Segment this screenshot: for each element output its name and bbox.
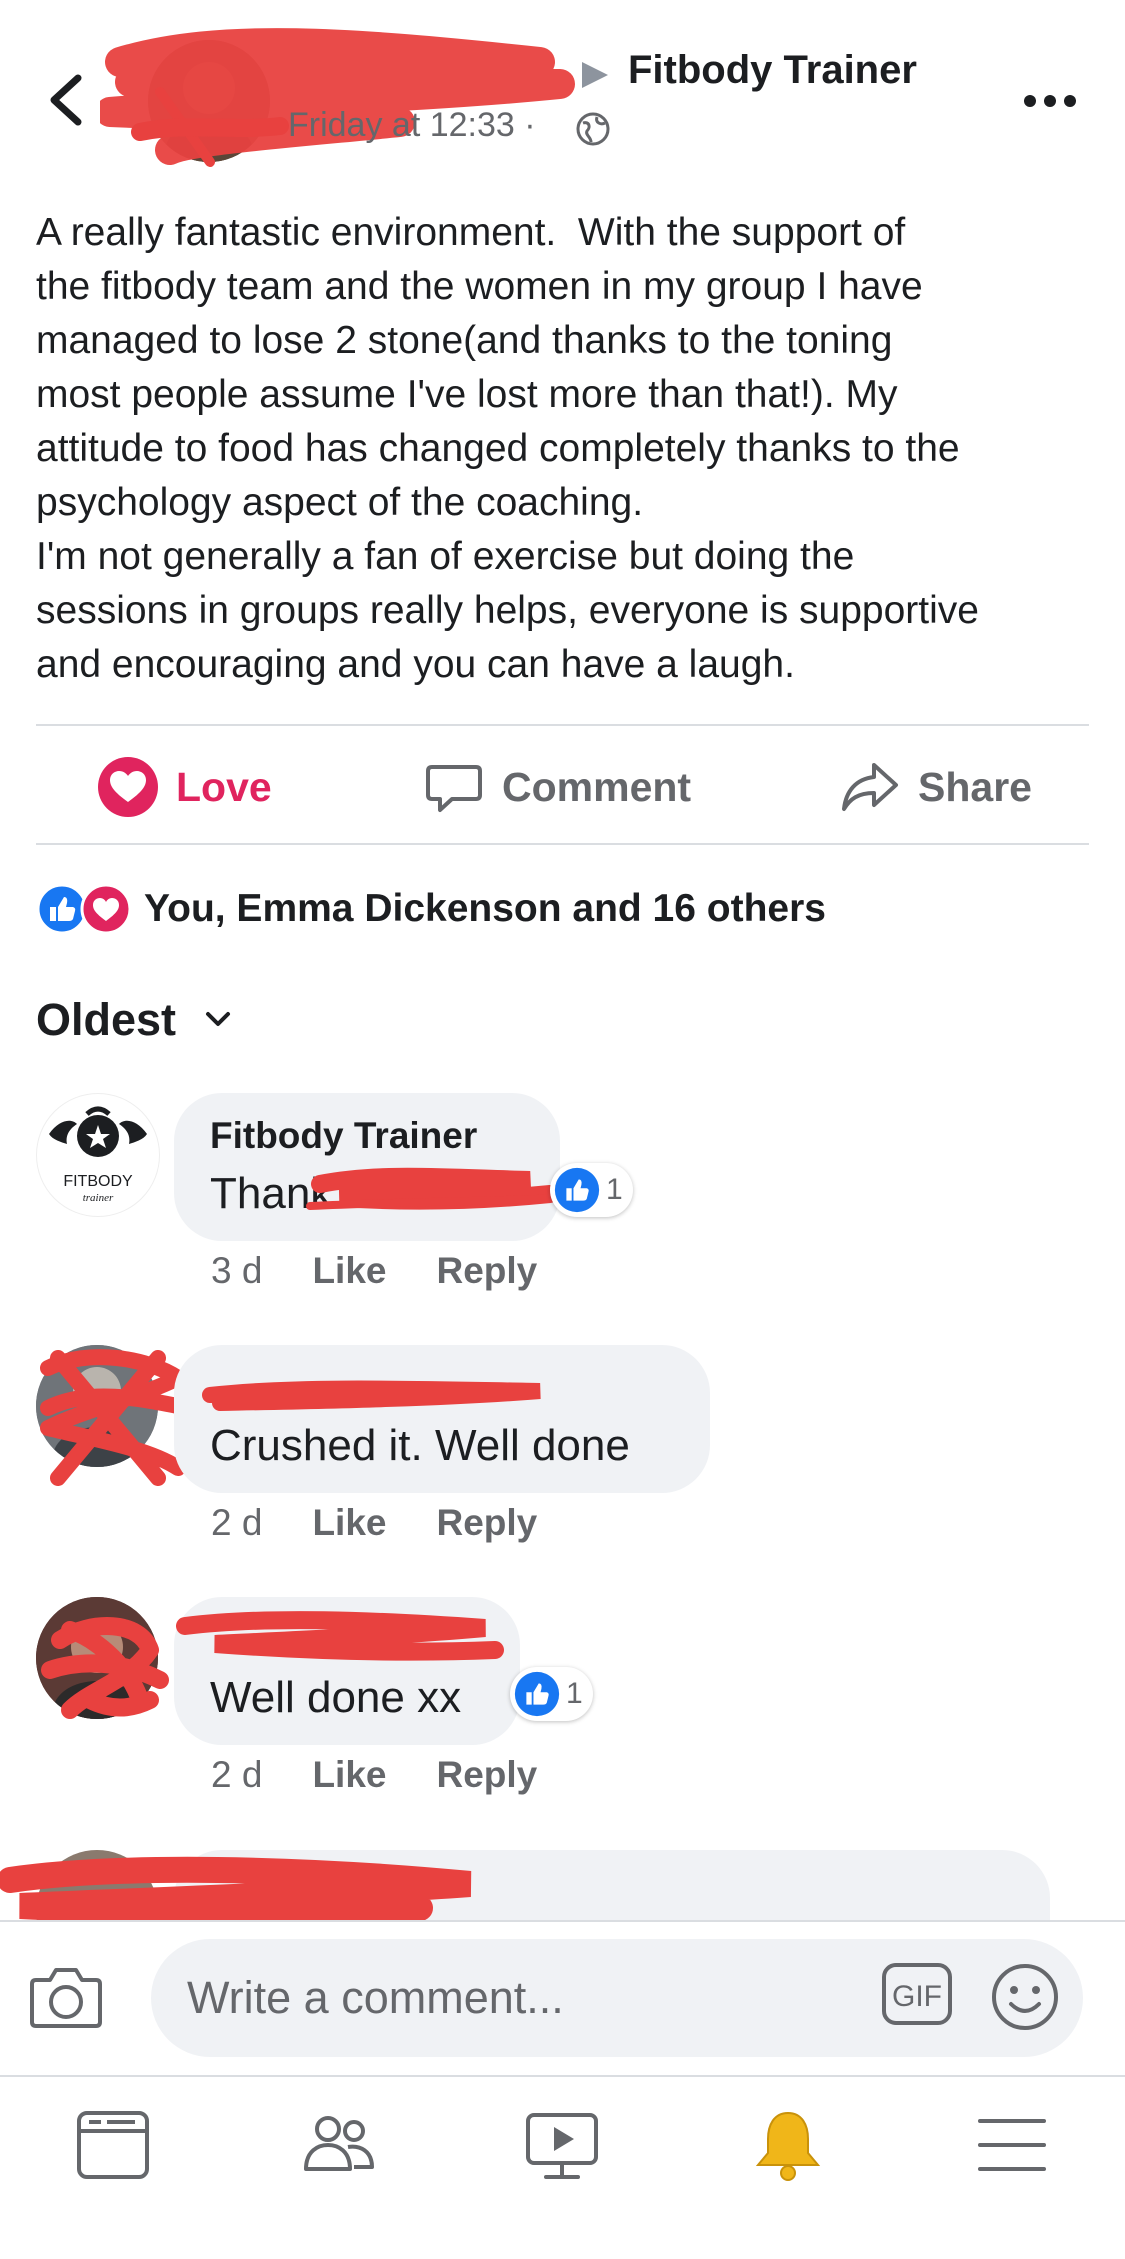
logo-text: FITBODY: [63, 1173, 133, 1190]
tab-notifications[interactable]: [748, 2105, 828, 2185]
heart-icon: [80, 883, 132, 935]
comment-sort-dropdown[interactable]: Oldest: [36, 994, 238, 1046]
commenter-avatar[interactable]: FITBODY trainer: [36, 1093, 160, 1217]
comment-meta: 2 d Like Reply: [211, 1754, 537, 1796]
camera-button[interactable]: [28, 1962, 104, 2032]
smiley-icon: [992, 1964, 1058, 2030]
hamburger-menu-icon: [978, 2119, 1046, 2171]
comment-bubble[interactable]: Well done xx: [174, 1597, 520, 1745]
heart-icon: [98, 757, 158, 817]
emoji-button[interactable]: [990, 1962, 1060, 2032]
more-dots-icon: [1024, 95, 1076, 107]
like-link[interactable]: Like: [312, 1502, 386, 1544]
reply-link[interactable]: Reply: [436, 1250, 537, 1292]
comment-meta: 2 d Like Reply: [211, 1502, 537, 1544]
reply-link[interactable]: Reply: [436, 1754, 537, 1796]
share-label: Share: [918, 763, 1032, 810]
sort-label: Oldest: [36, 994, 177, 1045]
reply-link[interactable]: Reply: [436, 1502, 537, 1544]
arrow-right-icon: [582, 62, 608, 88]
chevron-left-icon: [50, 74, 82, 126]
comment-icon: [426, 765, 482, 812]
chevron-down-icon: [206, 1012, 231, 1026]
comment-reaction-badge[interactable]: 1: [510, 1667, 593, 1721]
commenter-avatar[interactable]: [36, 1597, 158, 1719]
post-text: A really fantastic environment. With the…: [36, 211, 979, 686]
love-label: Love: [176, 763, 272, 810]
tab-watch[interactable]: [522, 2105, 602, 2185]
like-icon: [554, 1167, 600, 1213]
comment-meta: 3 d Like Reply: [211, 1250, 537, 1292]
gif-button[interactable]: GIF: [881, 1962, 953, 2026]
watch-icon: [526, 2113, 598, 2179]
comment-time: 3 d: [211, 1250, 263, 1291]
comment-time: 2 d: [211, 1754, 263, 1795]
comment-text: Crushed it. Well done: [210, 1421, 630, 1470]
share-icon: [842, 763, 898, 811]
comment-text: Thank: [210, 1169, 333, 1218]
gif-label: GIF: [892, 1980, 942, 2013]
globe-icon: [576, 112, 610, 146]
comment-bubble[interactable]: Crushed it. Well done: [174, 1345, 710, 1493]
divider: [36, 724, 1089, 726]
post-timestamp: Friday at 12:33 ·: [288, 106, 536, 144]
more-options-button[interactable]: [1020, 86, 1080, 116]
tab-friends[interactable]: [298, 2105, 378, 2185]
camera-icon: [30, 1968, 102, 2028]
comment-button[interactable]: Comment: [422, 752, 691, 822]
comment-label: Comment: [502, 763, 692, 810]
tab-menu[interactable]: [972, 2105, 1052, 2185]
news-feed-icon: [77, 2111, 149, 2179]
like-icon: [514, 1671, 560, 1717]
friends-icon: [304, 2116, 374, 2171]
tab-news-feed[interactable]: [73, 2105, 153, 2185]
like-link[interactable]: Like: [312, 1754, 386, 1796]
comment-time: 2 d: [211, 1502, 263, 1543]
love-button[interactable]: Love: [96, 752, 272, 822]
fitbody-logo: FITBODY trainer: [49, 1106, 147, 1204]
comment-reaction-badge[interactable]: 1: [550, 1163, 633, 1217]
logo-subtext: trainer: [83, 1192, 114, 1204]
page-name-link[interactable]: Fitbody Trainer: [628, 48, 917, 93]
back-button[interactable]: [40, 70, 100, 130]
comment-text: Well done xx: [210, 1673, 462, 1722]
poster-avatar[interactable]: [148, 40, 270, 162]
share-button[interactable]: Share: [838, 752, 1032, 822]
comment-bubble[interactable]: Fitbody Trainer Thank: [174, 1093, 560, 1241]
gif-icon: GIF: [882, 1963, 952, 2025]
reaction-count: 1: [566, 1677, 583, 1710]
commenter-avatar[interactable]: [36, 1345, 158, 1467]
divider: [36, 843, 1089, 845]
comment-author[interactable]: Fitbody Trainer: [210, 1115, 477, 1157]
like-link[interactable]: Like: [312, 1250, 386, 1292]
bell-icon: [755, 2111, 821, 2181]
reactions-text: You, Emma Dickenson and 16 others: [144, 887, 826, 930]
reactions-summary[interactable]: You, Emma Dickenson and 16 others: [36, 883, 826, 935]
divider: [0, 2075, 1125, 2077]
reaction-count: 1: [606, 1173, 623, 1206]
